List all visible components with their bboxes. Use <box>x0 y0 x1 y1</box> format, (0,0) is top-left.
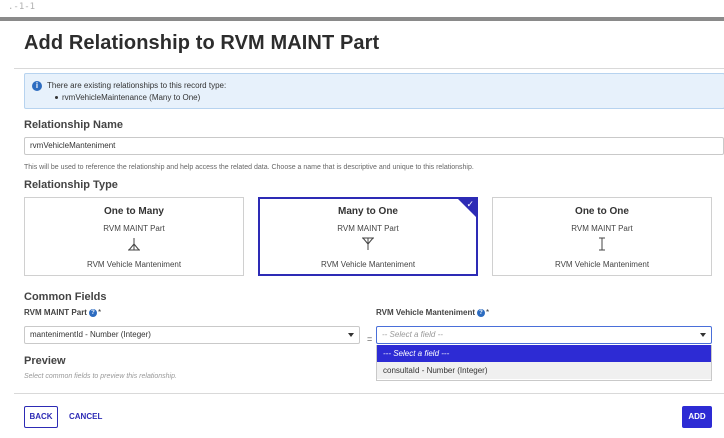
dropdown-option-consultaid[interactable]: consultaId - Number (Integer) <box>377 362 711 379</box>
cancel-button[interactable]: CANCEL <box>69 406 102 428</box>
window-top-bar: .-1-1 <box>0 0 724 22</box>
relationship-name-input[interactable]: rvmVehicleManteniment <box>24 137 724 155</box>
dropdown-option-placeholder[interactable]: --- Select a field --- <box>377 345 711 362</box>
card-many-to-one[interactable]: ✓ Many to One RVM MAINT Part RVM Vehicle… <box>258 197 478 276</box>
card-one-to-one[interactable]: One to One RVM MAINT Part RVM Vehicle Ma… <box>492 197 712 276</box>
left-field-select[interactable]: mantenimentId - Number (Integer) <box>24 326 360 344</box>
required-mark: * <box>97 308 102 317</box>
right-field-label-text: RVM Vehicle Manteniment <box>376 308 475 317</box>
common-fields-label: Common Fields <box>24 291 107 303</box>
card-target: RVM Vehicle Manteniment <box>320 260 416 269</box>
card-source: RVM MAINT Part <box>103 224 165 233</box>
card-one-to-many[interactable]: One to Many RVM MAINT Part RVM Vehicle M… <box>24 197 244 276</box>
card-target: RVM Vehicle Manteniment <box>86 260 182 269</box>
card-title: Many to One <box>337 206 398 217</box>
chevron-down-icon <box>348 333 354 337</box>
add-relationship-dialog: Add Relationship to RVM MAINT Part i The… <box>14 22 724 438</box>
bullet-icon <box>55 96 58 100</box>
card-target: RVM Vehicle Manteniment <box>554 260 650 269</box>
equals-sign: = <box>367 334 373 344</box>
footer-divider <box>14 393 724 394</box>
window-top-border <box>0 17 724 21</box>
info-existing-relationship: rvmVehicleMaintenance (Many to One) <box>55 93 200 102</box>
help-icon[interactable]: ? <box>477 309 485 317</box>
help-icon[interactable]: ? <box>88 309 97 317</box>
required-mark: * <box>486 308 490 317</box>
relationship-name-hint: This will be used to reference the relat… <box>24 164 474 171</box>
add-button[interactable]: ADD <box>682 406 712 428</box>
info-icon: i <box>32 81 42 91</box>
relationship-type-label: Relationship Type <box>24 179 118 191</box>
window-corner-mark: .-1-1 <box>8 2 36 12</box>
relationship-name-label: Relationship Name <box>24 119 124 131</box>
one-to-many-icon <box>25 237 243 251</box>
one-to-one-icon <box>493 237 711 251</box>
preview-hint: Select common fields to preview this rel… <box>24 373 177 380</box>
chevron-down-icon <box>700 333 706 337</box>
left-field-label: RVM MAINT Part? * <box>24 308 101 317</box>
left-field-value: mantenimentId - Number (Integer) <box>30 330 151 339</box>
right-field-select[interactable]: -- Select a field -- <box>376 326 712 344</box>
right-field-placeholder: -- Select a field -- <box>382 330 443 339</box>
preview-label: Preview <box>24 355 66 367</box>
card-source: RVM MAINT Part <box>571 224 633 233</box>
dialog-title: Add Relationship to RVM MAINT Part <box>24 32 380 54</box>
back-button[interactable]: BACK <box>24 406 58 428</box>
left-field-label-text: RVM MAINT Part <box>24 308 87 317</box>
title-divider <box>14 68 724 69</box>
card-title: One to One <box>575 206 629 217</box>
info-relationship-item: rvmVehicleMaintenance (Many to One) <box>62 93 201 102</box>
info-text: There are existing relationships to this… <box>47 81 227 90</box>
many-to-one-icon <box>260 237 476 251</box>
info-banner: i There are existing relationships to th… <box>24 73 724 109</box>
right-field-dropdown: --- Select a field --- consultaId - Numb… <box>376 345 712 381</box>
card-title: One to Many <box>103 206 164 217</box>
card-source: RVM MAINT Part <box>337 224 399 233</box>
right-field-label: RVM Vehicle Manteniment? * <box>376 308 489 317</box>
